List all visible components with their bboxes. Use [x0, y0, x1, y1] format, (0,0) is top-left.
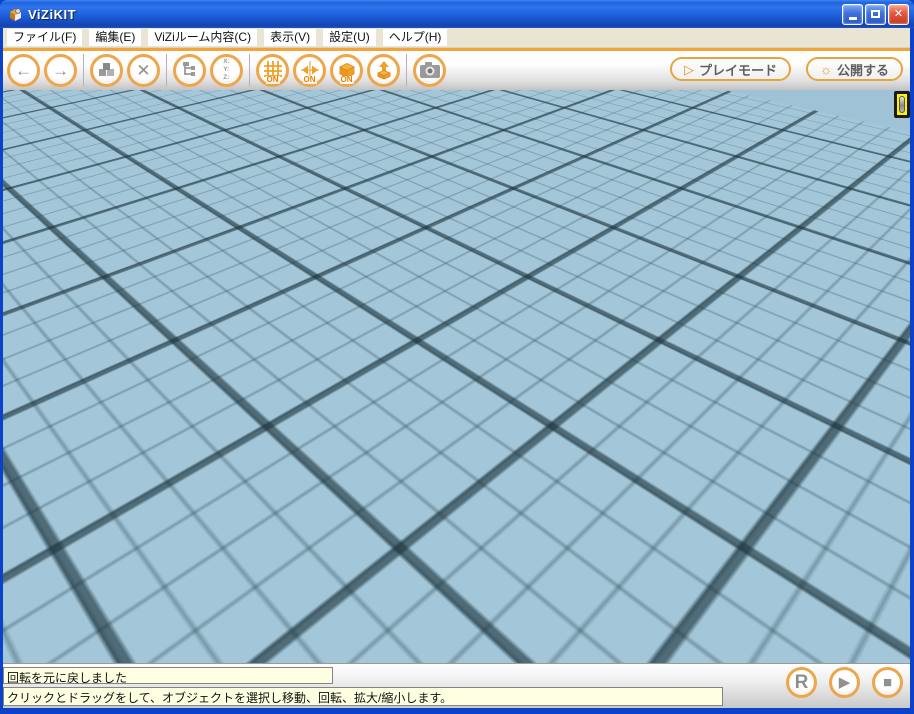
toolbar-separator [249, 54, 250, 86]
title-bar[interactable]: ViZiKIT ✕ [0, 0, 914, 28]
minimize-button[interactable] [842, 4, 863, 25]
xyz-coordinates-icon: X: Y: Z: [223, 58, 230, 82]
zoom-slider-knob[interactable] [899, 96, 905, 113]
coordinates-button[interactable]: X: Y: Z: [210, 54, 243, 87]
gizmo-center-handle[interactable] [473, 348, 501, 376]
window-border-left [0, 28, 3, 714]
menu-help[interactable]: ヘルプ(H) [383, 29, 448, 46]
collision-toggle-button[interactable]: ON [330, 54, 363, 87]
snap-toggle-button[interactable]: ON [293, 54, 326, 87]
menu-vizi-room[interactable]: ViZiルーム内容(C) [148, 29, 257, 46]
r-letter-icon: R [795, 673, 809, 692]
play-triangle-icon: ▷ [684, 63, 694, 76]
box-up-arrow-icon [374, 60, 394, 80]
back-button[interactable]: ← [7, 54, 40, 87]
window-border-bottom [0, 708, 914, 714]
toolbar-separator [83, 54, 84, 86]
delete-button[interactable]: ✕ [127, 54, 160, 87]
menu-settings[interactable]: 設定(U) [323, 29, 376, 46]
grid-on-badge: ON [266, 76, 280, 84]
maximize-button[interactable] [865, 4, 886, 25]
close-button[interactable]: ✕ [888, 4, 909, 25]
hierarchy-button[interactable] [173, 54, 206, 87]
hierarchy-tree-icon [180, 60, 200, 80]
play-mode-label: プレイモード [699, 60, 777, 79]
menu-bar: ファイル(F) 編集(E) ViZiルーム内容(C) 表示(V) 設定(U) ヘ… [3, 28, 910, 48]
window-title: ViZiKIT [28, 7, 76, 22]
delete-x-icon: ✕ [136, 62, 150, 79]
status-hint: クリックとドラッグをして、オブジェクトを選択し移動、回転、拡大/縮小します。 [3, 687, 723, 706]
grid-toggle-button[interactable]: ON [256, 54, 289, 87]
app-icon [7, 6, 24, 23]
sun-icon: ☼ [820, 63, 832, 76]
toolbar-separator [406, 54, 407, 86]
publish-button[interactable]: ☼ 公開する [806, 57, 903, 81]
scene-platform[interactable] [3, 297, 706, 510]
scene-spiral-pole[interactable] [367, 239, 384, 341]
play-button[interactable]: ▶ [829, 667, 860, 698]
stop-button[interactable]: ■ [872, 667, 903, 698]
forward-arrow-icon: → [52, 62, 69, 79]
status-message: 回転を元に戻しました [3, 667, 333, 684]
menu-file[interactable]: ファイル(F) [7, 29, 82, 46]
menu-view[interactable]: 表示(V) [264, 29, 316, 46]
forward-button[interactable]: → [44, 54, 77, 87]
camera-icon [419, 61, 441, 79]
gravity-toggle-button[interactable] [367, 54, 400, 87]
record-reset-button[interactable]: R [786, 667, 817, 698]
collision-on-badge: ON [340, 76, 354, 84]
bottom-bar: 回転を元に戻しました クリックとドラッグをして、オブジェクトを選択し移動、回転、… [3, 663, 910, 708]
publish-label: 公開する [837, 60, 889, 79]
window-border-right [910, 28, 914, 714]
stop-icon: ■ [883, 675, 892, 690]
screenshot-button[interactable] [413, 54, 446, 87]
reset-objects-button[interactable] [90, 54, 123, 87]
toolbar-separator [166, 54, 167, 86]
minimize-icon [849, 17, 857, 20]
viewport-zoom-widget[interactable] [894, 91, 910, 118]
app-window: ViZiKIT ✕ ファイル(F) 編集(E) ViZiルーム内容(C) 表示(… [0, 0, 914, 714]
blocks-icon [97, 60, 117, 80]
play-icon: ▶ [839, 675, 851, 690]
tool-bar: ← → ✕ X: Y: Z: [3, 48, 910, 90]
back-arrow-icon: ← [15, 62, 32, 79]
snap-on-badge: ON [303, 76, 317, 84]
toolbar-accent-line [3, 48, 910, 51]
play-mode-button[interactable]: ▷ プレイモード [670, 57, 791, 81]
scene-3d [3, 90, 910, 663]
close-icon: ✕ [894, 9, 903, 20]
menu-edit[interactable]: 編集(E) [89, 29, 141, 46]
viewport-3d[interactable] [3, 90, 910, 663]
maximize-icon [871, 10, 880, 18]
